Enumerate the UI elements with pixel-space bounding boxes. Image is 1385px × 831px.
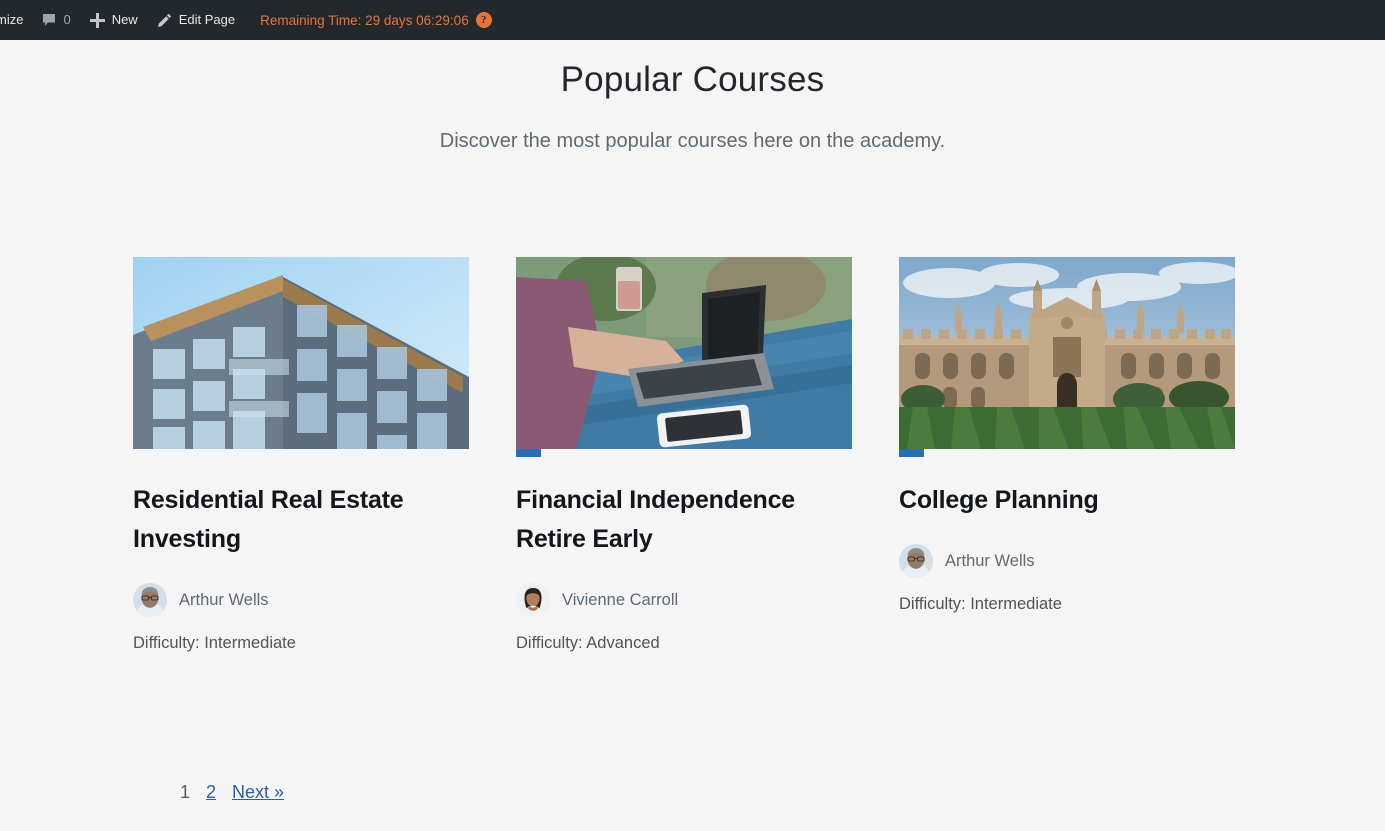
page-content: Popular Courses Discover the most popula… — [0, 40, 1385, 831]
adminbar-new-label: New — [111, 12, 138, 27]
course-author-name: Arthur Wells — [179, 591, 269, 609]
adminbar-customize-label: mize — [0, 12, 24, 27]
course-title[interactable]: College Planning — [899, 481, 1235, 520]
pagination: 1 2 Next » — [180, 782, 284, 803]
course-thumbnail-person-typing-laptop[interactable] — [516, 257, 852, 449]
course-title[interactable]: Residential Real Estate Investing — [133, 481, 469, 559]
remaining-time-text: Remaining Time: 29 days 06:29:06 — [260, 12, 469, 28]
adminbar-comments-item[interactable]: 0 — [32, 0, 79, 40]
course-thumbnail-wrap[interactable] — [133, 257, 469, 457]
course-card[interactable]: Residential Real Estate Investing Arthur — [133, 257, 469, 655]
plus-icon — [89, 12, 106, 29]
course-title[interactable]: Financial Independence Retire Early — [516, 481, 852, 559]
wp-admin-bar: mize 0 New Edit Page Remaining Time: 29 … — [0, 0, 1385, 40]
course-progress-fill — [516, 449, 541, 457]
course-thumbnail-college-building[interactable] — [899, 257, 1235, 449]
comment-bubble-icon — [41, 12, 57, 28]
course-author: Vivienne Carroll — [516, 583, 852, 617]
avatar — [516, 583, 550, 617]
page-title: Popular Courses — [560, 60, 825, 99]
course-thumbnail-apartment-building[interactable] — [133, 257, 469, 449]
course-grid: Residential Real Estate Investing Arthur — [133, 257, 1253, 655]
avatar — [899, 544, 933, 578]
adminbar-comments-count: 0 — [63, 12, 71, 27]
course-author: Arthur Wells — [899, 544, 1235, 578]
avatar — [133, 583, 167, 617]
course-thumbnail-wrap[interactable] — [899, 257, 1235, 457]
pagination-page-2[interactable]: 2 — [206, 782, 216, 803]
adminbar-new-item[interactable]: New — [80, 0, 147, 40]
pagination-current-page: 1 — [180, 782, 191, 802]
course-author: Arthur Wells — [133, 583, 469, 617]
course-progress-fill — [899, 449, 924, 457]
page-subtitle: Discover the most popular courses here o… — [439, 130, 946, 152]
adminbar-edit-page-item[interactable]: Edit Page — [147, 0, 244, 40]
course-author-name: Arthur Wells — [945, 552, 1035, 570]
course-author-name: Vivienne Carroll — [562, 591, 679, 609]
course-difficulty: Difficulty: Intermediate — [899, 595, 1062, 613]
adminbar-edit-page-label: Edit Page — [178, 12, 236, 27]
course-difficulty: Difficulty: Advanced — [516, 634, 660, 652]
course-progress-track — [133, 449, 469, 457]
course-difficulty: Difficulty: Intermediate — [133, 634, 296, 652]
adminbar-remaining-time: Remaining Time: 29 days 06:29:06 ? — [244, 12, 492, 28]
course-card[interactable]: College Planning Arthur Wells Difficulty… — [899, 257, 1235, 655]
course-progress-track — [899, 449, 1235, 457]
course-card[interactable]: Financial Independence Retire Early Vivi… — [516, 257, 852, 655]
page-header: Popular Courses Discover the most popula… — [0, 40, 1385, 156]
pencil-icon — [156, 12, 173, 29]
pagination-next-link[interactable]: Next » — [232, 782, 284, 803]
help-icon[interactable]: ? — [475, 12, 492, 28]
course-progress-track — [516, 449, 852, 457]
adminbar-customize-item[interactable]: mize — [0, 0, 32, 40]
course-thumbnail-wrap[interactable] — [516, 257, 852, 457]
